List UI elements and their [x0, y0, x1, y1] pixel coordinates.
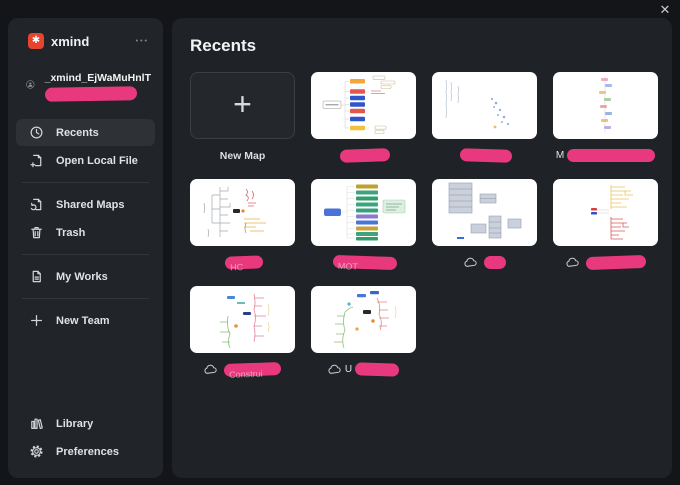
plus-icon: [28, 313, 44, 329]
more-menu-icon[interactable]: •••: [136, 38, 149, 45]
recents-panel: Recents + New Map M HC MOT Construi U: [172, 18, 672, 478]
divider: [22, 182, 149, 183]
map-title: HC: [190, 255, 295, 272]
close-icon[interactable]: ✕: [657, 2, 673, 18]
shared-maps-icon: [28, 197, 44, 213]
sidebar: ✱ xmind ••• _xmind_EjWaMuHnlT Recents Op…: [8, 18, 163, 478]
sidebar-item-label: New Team: [56, 314, 110, 327]
cloud-icon: [328, 364, 341, 374]
brand-name: xmind: [51, 33, 90, 49]
map-thumbnail: [190, 286, 295, 353]
sidebar-item-open-local-file[interactable]: Open Local File: [16, 147, 155, 174]
new-map-button[interactable]: +: [190, 72, 295, 139]
map-card[interactable]: [311, 72, 416, 163]
map-thumbnail: [190, 179, 295, 246]
sidebar-item-label: Preferences: [56, 445, 119, 458]
brand: ✱ xmind •••: [8, 18, 163, 49]
user-account[interactable]: _xmind_EjWaMuHnlT: [8, 49, 163, 111]
redaction-blob: [567, 149, 656, 162]
redaction-blob: Construi: [223, 362, 282, 380]
map-title: [432, 255, 537, 270]
redaction-blob: [483, 256, 506, 269]
map-thumbnail: [311, 72, 416, 139]
sidebar-item-new-team[interactable]: New Team: [16, 307, 155, 334]
cloud-icon: [565, 257, 579, 267]
redaction-blob: [354, 362, 400, 377]
redaction-blob: MOT: [332, 254, 398, 272]
avatar: [26, 80, 35, 89]
map-title: [311, 148, 416, 163]
redaction-blob: [585, 254, 646, 271]
sidebar-item-label: Shared Maps: [56, 198, 125, 211]
sidebar-item-label: Trash: [56, 226, 86, 239]
map-card[interactable]: [432, 72, 537, 163]
document-icon: [28, 269, 44, 285]
new-map-label: New Map: [219, 149, 266, 162]
map-title: Construi: [190, 362, 295, 380]
redaction-blob: [44, 86, 137, 103]
map-card[interactable]: M: [553, 72, 658, 163]
map-thumbnail: [311, 286, 416, 353]
map-card[interactable]: Construi: [190, 286, 295, 380]
cloud-icon: [463, 257, 477, 267]
map-thumbnail: [553, 179, 658, 246]
map-title: MOT: [311, 254, 416, 272]
plus-icon: +: [233, 86, 252, 122]
sidebar-item-label: Library: [56, 417, 94, 430]
sidebar-item-shared-maps[interactable]: Shared Maps: [16, 191, 155, 218]
sidebar-item-my-works[interactable]: My Works: [16, 263, 155, 290]
sidebar-item-recents[interactable]: Recents: [16, 119, 155, 146]
library-icon: [28, 416, 44, 432]
open-file-icon: [28, 153, 44, 169]
map-thumbnail: [432, 72, 537, 139]
clock-icon: [28, 125, 44, 141]
redaction-blob: [459, 148, 513, 163]
sidebar-item-library[interactable]: Library: [16, 410, 155, 437]
divider: [22, 298, 149, 299]
sidebar-item-label: Open Local File: [56, 154, 138, 167]
cloud-icon: [204, 364, 217, 374]
map-thumbnail: [553, 72, 658, 139]
new-map-card[interactable]: + New Map: [190, 72, 295, 163]
sidebar-footer: Library Preferences: [8, 409, 163, 466]
map-thumbnail: [311, 179, 416, 246]
page-title: Recents: [190, 36, 257, 55]
map-card[interactable]: HC: [190, 179, 295, 272]
map-title: U: [311, 362, 416, 377]
redaction-blob: HC: [224, 255, 264, 272]
map-card[interactable]: U: [311, 286, 416, 377]
map-card[interactable]: [553, 179, 658, 271]
xmind-logo-icon: ✱: [28, 33, 44, 49]
map-card[interactable]: MOT: [311, 179, 416, 272]
map-title: [432, 148, 537, 163]
sidebar-nav: Recents Open Local File Shared Maps Tras…: [8, 119, 163, 334]
map-title: [553, 254, 658, 271]
recents-grid: + New Map M HC MOT Construi U: [190, 72, 672, 380]
divider: [22, 254, 149, 255]
sidebar-item-label: Recents: [56, 126, 99, 139]
sidebar-item-trash[interactable]: Trash: [16, 219, 155, 246]
gear-icon: [28, 444, 44, 460]
username: _xmind_EjWaMuHnlT: [44, 72, 151, 84]
map-title: M: [553, 148, 658, 163]
sidebar-item-preferences[interactable]: Preferences: [16, 438, 155, 465]
sidebar-item-label: My Works: [56, 270, 108, 283]
map-card[interactable]: [432, 179, 537, 270]
trash-icon: [28, 225, 44, 241]
map-thumbnail: [432, 179, 537, 246]
redaction-blob: [339, 148, 391, 163]
